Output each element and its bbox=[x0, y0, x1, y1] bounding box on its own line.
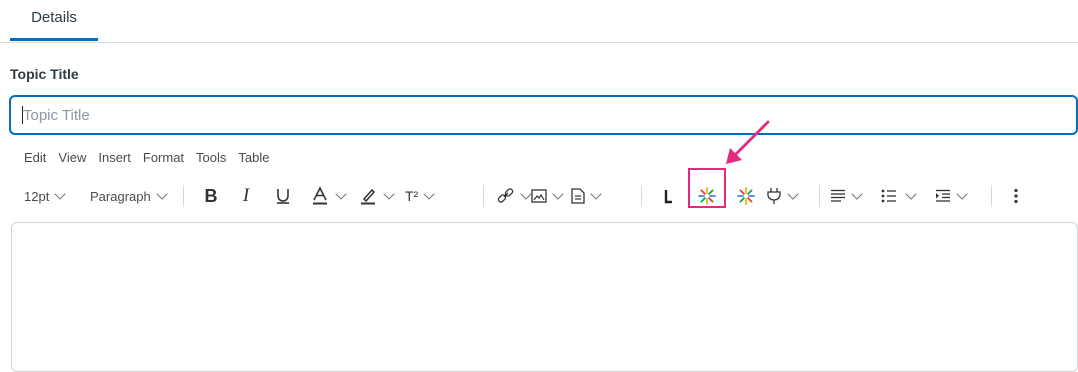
kaltura-embed-icon bbox=[737, 187, 755, 205]
editor-menubar: Edit View Insert Format Tools Table bbox=[24, 150, 281, 168]
toolbar-divider bbox=[819, 185, 820, 207]
italic-icon: I bbox=[242, 185, 250, 206]
insert-image-button[interactable] bbox=[531, 183, 564, 209]
more-vertical-icon bbox=[1014, 188, 1018, 204]
text-color-button[interactable] bbox=[312, 183, 347, 209]
plug-icon bbox=[767, 188, 781, 204]
equation-button[interactable] bbox=[662, 183, 676, 209]
menu-format[interactable]: Format bbox=[143, 150, 184, 168]
menu-edit[interactable]: Edit bbox=[24, 150, 46, 168]
bullet-list-icon bbox=[881, 189, 896, 203]
font-size-value: 12pt bbox=[24, 188, 50, 204]
chevron-down-icon bbox=[787, 187, 799, 200]
annotation-highlight-box bbox=[688, 168, 726, 208]
block-format-value: Paragraph bbox=[90, 188, 151, 204]
document-icon bbox=[571, 188, 585, 204]
chevron-down-icon bbox=[552, 187, 564, 200]
bullet-list-button[interactable] bbox=[881, 183, 917, 209]
chevron-down-icon bbox=[520, 187, 532, 200]
highlight-color-button[interactable] bbox=[360, 183, 395, 209]
underline-button[interactable] bbox=[274, 183, 292, 209]
text-color-icon bbox=[313, 186, 327, 205]
topic-title-label: Topic Title bbox=[10, 66, 79, 82]
superscript-button[interactable]: T² bbox=[405, 183, 435, 209]
chevron-down-icon bbox=[905, 187, 917, 200]
insert-plugin-button[interactable] bbox=[766, 183, 799, 209]
toolbar-divider bbox=[991, 185, 992, 207]
editor-content-area[interactable] bbox=[11, 222, 1078, 372]
chevron-down-icon bbox=[383, 187, 395, 200]
toolbar-divider bbox=[641, 185, 642, 207]
tab-bar: Details bbox=[0, 0, 1078, 43]
menu-table[interactable]: Table bbox=[238, 150, 269, 168]
insert-document-button[interactable] bbox=[571, 183, 602, 209]
text-caret bbox=[22, 106, 23, 124]
link-icon bbox=[497, 188, 514, 203]
chevron-down-icon bbox=[335, 187, 347, 200]
kaltura-embed-button[interactable] bbox=[736, 183, 756, 209]
bold-icon: B bbox=[204, 185, 218, 206]
alignment-button[interactable] bbox=[830, 183, 863, 209]
editor-toolbar: 12pt Paragraph B I T² bbox=[0, 183, 1078, 209]
align-icon bbox=[831, 189, 845, 202]
more-options-button[interactable] bbox=[1012, 183, 1020, 209]
image-icon bbox=[531, 189, 547, 203]
indent-icon bbox=[936, 189, 950, 202]
annotation-arrow bbox=[726, 120, 770, 164]
font-size-select[interactable]: 12pt bbox=[24, 183, 66, 209]
menu-view[interactable]: View bbox=[58, 150, 86, 168]
menu-insert[interactable]: Insert bbox=[98, 150, 131, 168]
indent-button[interactable] bbox=[935, 183, 968, 209]
superscript-icon: T² bbox=[405, 188, 419, 204]
topic-title-input[interactable] bbox=[9, 95, 1078, 135]
chevron-down-icon bbox=[156, 187, 168, 200]
chevron-down-icon bbox=[54, 187, 66, 200]
italic-button[interactable]: I bbox=[238, 183, 254, 209]
chevron-down-icon bbox=[590, 187, 602, 200]
bold-button[interactable]: B bbox=[202, 183, 220, 209]
block-format-select[interactable]: Paragraph bbox=[90, 183, 168, 209]
chevron-down-icon bbox=[423, 187, 435, 200]
tab-details[interactable]: Details bbox=[10, 0, 98, 41]
toolbar-divider bbox=[183, 185, 184, 207]
insert-link-button[interactable] bbox=[497, 183, 532, 209]
underline-icon bbox=[277, 189, 289, 204]
toolbar-divider bbox=[483, 185, 484, 207]
chevron-down-icon bbox=[851, 187, 863, 200]
highlighter-icon bbox=[361, 188, 376, 205]
chevron-down-icon bbox=[956, 187, 968, 200]
menu-tools[interactable]: Tools bbox=[196, 150, 226, 168]
equation-icon bbox=[664, 190, 672, 204]
